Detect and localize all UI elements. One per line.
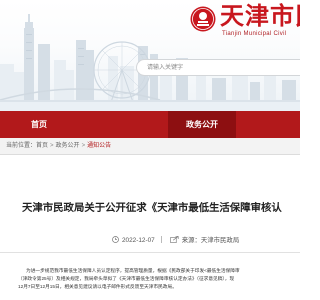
breadcrumb-prefix: 当前位置：	[6, 143, 37, 149]
breadcrumb-bar: 当前位置：首页 > 政务公开 > 通知公告	[0, 138, 300, 154]
search-box	[136, 59, 300, 76]
article-body-line: 为进一步规范我市最低生活保障人员认定程序，提高管理质量，根据《民政部关于印发<最…	[26, 268, 240, 273]
main-nav: 首页 政务公开	[0, 111, 300, 138]
clock-icon	[112, 236, 119, 243]
tianjin-emblem-icon	[190, 6, 216, 32]
breadcrumb-divider	[0, 154, 300, 155]
search-input[interactable]	[147, 61, 297, 74]
article-body-line: 12月7日至12月15日，相关意见建议请以电子邮件形式反馈至天津市民政局。	[18, 284, 177, 289]
breadcrumb-separator: >	[81, 143, 86, 149]
site-subtitle: Tianjin Municipal Civil	[222, 31, 287, 37]
nav-item-government-affairs[interactable]: 政务公开	[168, 111, 236, 138]
meta-divider	[160, 236, 162, 243]
nav-item-home[interactable]: 首页	[4, 111, 74, 138]
publish-date: 2022-12-07	[122, 237, 155, 244]
breadcrumb-current-link[interactable]: 通知公告	[87, 143, 111, 149]
share-icon	[170, 236, 179, 243]
article-title: 天津市民政局关于公开征求《天津市最低生活保障审核认	[22, 203, 282, 214]
header-banner: 天津市民 Tianjin Municipal Civil	[0, 0, 300, 111]
site-title: 天津市民	[220, 1, 300, 30]
article-meta: 2022-12-07 来源：天津市民政局	[112, 236, 239, 246]
title-divider	[0, 252, 300, 253]
breadcrumb-separator: >	[50, 143, 54, 149]
article-body-line: （津政令第25号）及相关规定，我局牵头草拟了《天津市最低生活保障审核认定办法》（…	[18, 276, 235, 281]
breadcrumb-section-link[interactable]: 政务公开	[56, 143, 80, 149]
article-body: 为进一步规范我市最低生活保障人员认定程序，提高管理质量，根据《民政部关于印发<最…	[18, 267, 320, 291]
breadcrumb: 当前位置：首页 > 政务公开 > 通知公告	[6, 141, 111, 151]
article-source: 来源：天津市民政局	[181, 237, 240, 244]
breadcrumb-home-link[interactable]: 首页	[36, 143, 48, 149]
